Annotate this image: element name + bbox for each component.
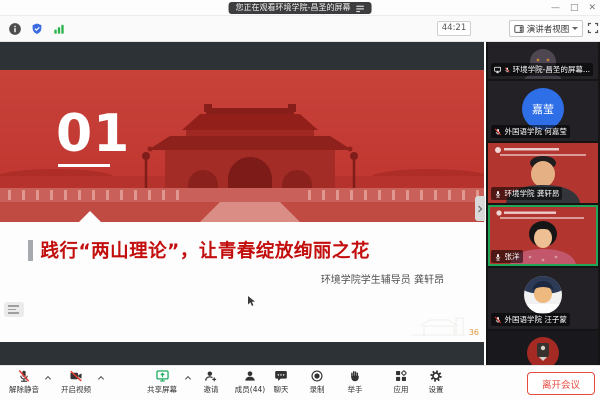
participant-name: 环境学院 龚轩昂 <box>505 188 560 199</box>
gate-watermark <box>410 316 468 336</box>
invite-icon <box>204 369 218 383</box>
watching-banner: 您正在观看环境学院-昌圣的屏幕 <box>229 2 372 14</box>
settings-gear-icon <box>429 369 443 383</box>
view-mode-label: 演讲者视图 <box>527 23 570 35</box>
watching-text: 您正在观看环境学院-昌圣的屏幕 <box>236 2 351 14</box>
screen-share-icon <box>494 66 501 74</box>
apps-label: 应用 <box>394 384 409 395</box>
chevron-right-icon <box>477 204 483 214</box>
avatar <box>488 331 598 365</box>
slide-page-number: 36 <box>469 328 479 337</box>
unmute-button[interactable]: 解除静音 <box>2 369 46 395</box>
sidebar-collapse-handle[interactable] <box>475 196 485 221</box>
mic-options-chevron-icon[interactable] <box>44 374 52 382</box>
bottom-toolbar: 解除静音 开启视频 共享屏幕 邀请 成员(44) 聊天 录制 <box>0 365 600 400</box>
mic-muted-icon <box>494 128 502 136</box>
participants-sidebar: 环境学院-昌圣的屏幕... 嘉莹 外国语学院 何嘉莹 环境学院 龚轩昂 <box>486 42 600 365</box>
presentation-bottom-bar <box>0 342 484 365</box>
record-button[interactable]: 录制 <box>298 369 336 395</box>
fullscreen-icon[interactable] <box>587 22 599 34</box>
meeting-timer: 44:21 <box>437 21 471 36</box>
network-signal-icon[interactable] <box>52 22 66 36</box>
chat-icon <box>274 369 288 383</box>
section-number-underline <box>58 164 110 167</box>
participant-tile-partial[interactable] <box>488 331 598 365</box>
start-video-button[interactable]: 开启视频 <box>54 369 98 395</box>
view-mode-button[interactable]: 演讲者视图 <box>509 20 583 37</box>
mic-active-icon <box>494 253 502 261</box>
meeting-window: 您正在观看环境学院-昌圣的屏幕 — □ ✕ 44:21 演讲者视图 <box>0 0 600 400</box>
slide-outline-button[interactable] <box>4 302 24 317</box>
participant-tile-active-speaker[interactable]: 张洋 <box>488 205 598 266</box>
layout-switch-icon[interactable] <box>355 4 364 13</box>
record-icon <box>310 369 324 383</box>
participant-tile-screen-share[interactable]: 环境学院-昌圣的屏幕... <box>488 42 598 79</box>
minimize-button[interactable]: — <box>551 0 560 16</box>
apps-icon <box>394 369 408 383</box>
settings-label: 设置 <box>429 384 444 395</box>
mic-muted-icon <box>494 316 502 324</box>
participant-name: 环境学院-昌圣的屏幕... <box>513 64 590 75</box>
mic-active-icon <box>494 190 502 198</box>
apps-button[interactable]: 应用 <box>382 369 420 395</box>
raise-hand-icon <box>348 369 362 383</box>
banner-notch <box>79 211 101 222</box>
members-label: 成员(44) <box>235 384 265 395</box>
close-button[interactable]: ✕ <box>588 0 596 16</box>
share-options-chevron-icon[interactable] <box>184 374 192 382</box>
invite-label: 邀请 <box>204 384 219 395</box>
leave-meeting-button[interactable]: 离开会议 <box>527 372 595 395</box>
unmute-label: 解除静音 <box>9 384 39 395</box>
participant-tile-video[interactable]: 环境学院 龚轩昂 <box>488 143 598 203</box>
share-screen-icon <box>155 369 170 383</box>
slide-section-number: 01 <box>56 104 130 164</box>
presentation-top-bar <box>0 42 484 70</box>
meeting-info-icon[interactable] <box>8 22 22 36</box>
maximize-button[interactable]: □ <box>570 0 579 16</box>
security-shield-icon[interactable] <box>30 22 44 36</box>
slide-subtitle: 环境学院学生辅导员 龚轩昂 <box>321 271 444 286</box>
window-controls: — □ ✕ <box>551 0 596 16</box>
raise-hand-label: 举手 <box>348 384 363 395</box>
chat-button[interactable]: 聊天 <box>262 369 300 395</box>
chevron-down-icon <box>572 27 578 30</box>
mic-muted-icon <box>17 369 31 383</box>
video-options-chevron-icon[interactable] <box>97 374 105 382</box>
mouse-cursor <box>248 296 256 307</box>
avatar: 嘉莹 <box>522 88 564 130</box>
participant-name: 外国语学院 汪子蒙 <box>505 314 567 325</box>
speaker-view-icon <box>514 24 524 34</box>
mic-muted-icon <box>504 66 510 74</box>
share-screen-label: 共享屏幕 <box>147 384 177 395</box>
titlebar: 您正在观看环境学院-昌圣的屏幕 — □ ✕ <box>0 0 600 16</box>
settings-button[interactable]: 设置 <box>417 369 455 395</box>
camera-off-icon <box>68 369 84 383</box>
participant-tile[interactable]: 外国语学院 汪子蒙 <box>488 268 598 329</box>
raise-hand-button[interactable]: 举手 <box>336 369 374 395</box>
slide-title: 践行“两山理论”，让青春绽放绚丽之花 <box>41 237 370 263</box>
record-label: 录制 <box>310 384 325 395</box>
chat-label: 聊天 <box>274 384 289 395</box>
participant-tile[interactable]: 嘉莹 外国语学院 何嘉莹 <box>488 81 598 141</box>
participant-name: 张洋 <box>505 251 520 262</box>
start-video-label: 开启视频 <box>61 384 91 395</box>
avatar-initials: 嘉莹 <box>532 101 554 117</box>
shared-screen: 01 践行“两山理论”，让青春绽放绚丽之花 环境学院学生辅导员 龚轩昂 36 <box>0 42 484 365</box>
share-screen-button[interactable]: 共享屏幕 <box>140 369 184 395</box>
slide-banner: 01 <box>0 70 484 222</box>
members-icon <box>243 369 257 383</box>
participant-name: 外国语学院 何嘉莹 <box>505 126 567 137</box>
slide-body: 践行“两山理论”，让青春绽放绚丽之花 环境学院学生辅导员 龚轩昂 36 <box>0 222 484 342</box>
topbar: 44:21 演讲者视图 <box>0 16 600 42</box>
title-accent-bar <box>28 240 33 261</box>
